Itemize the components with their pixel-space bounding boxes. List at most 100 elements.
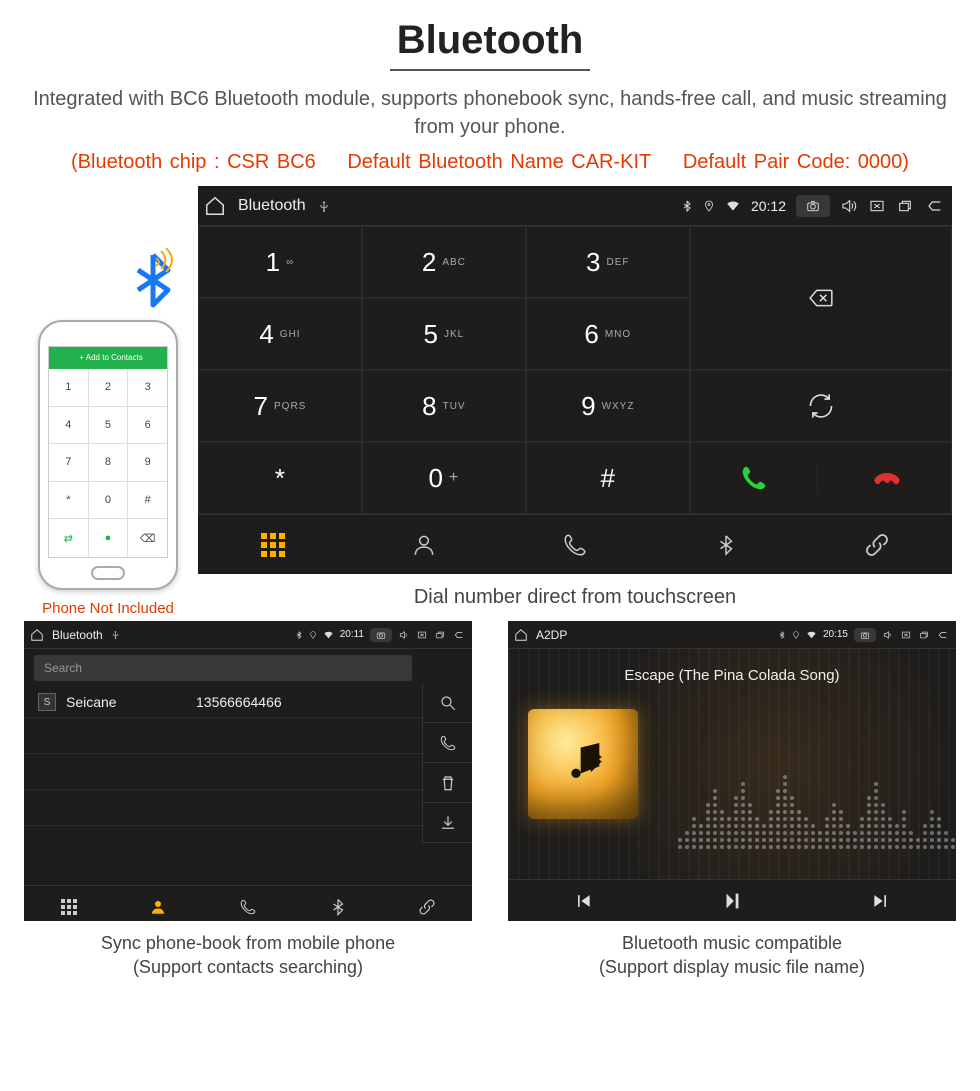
screenshot-icon[interactable] <box>370 628 392 642</box>
usb-icon <box>111 629 120 640</box>
volume-icon[interactable] <box>398 630 410 640</box>
music-panel: A2DP 20:15 Escape (The Pina Colada Song) <box>508 621 956 980</box>
clock-time: 20:15 <box>823 629 848 640</box>
prev-button[interactable] <box>508 880 657 921</box>
search-input[interactable]: Search <box>34 655 412 681</box>
answer-button[interactable] <box>691 463 818 493</box>
bluetooth-icon <box>108 250 198 320</box>
back-icon[interactable] <box>452 630 466 640</box>
screen-title: Bluetooth <box>238 197 306 215</box>
tab-link[interactable] <box>801 515 952 574</box>
tab-calls[interactable] <box>203 886 293 927</box>
home-icon[interactable] <box>30 628 44 642</box>
contact-row[interactable]: S Seicane 13566664466 <box>24 687 422 718</box>
dialer-caption: Dial number direct from touchscreen <box>198 586 952 609</box>
clock-time: 20:12 <box>751 198 786 214</box>
side-action-bar <box>422 683 472 843</box>
spec-name: Default Bluetooth Name CAR-KIT <box>347 151 651 173</box>
key-2[interactable]: 2ABC <box>362 226 526 298</box>
key-8[interactable]: 8TUV <box>362 370 526 442</box>
screenshot-icon[interactable] <box>796 195 830 217</box>
title-underline <box>390 69 590 71</box>
player-controls <box>508 879 956 921</box>
location-icon <box>792 630 800 640</box>
dialpad-icon <box>61 899 77 915</box>
dialpad-icon <box>261 533 285 557</box>
close-icon[interactable] <box>900 630 912 640</box>
backspace-button[interactable] <box>690 226 952 370</box>
phone-column: + Add to Contacts 123 456 789 *0# ⇄●⌫ Ph… <box>18 250 198 617</box>
bluetooth-status-icon <box>778 630 786 640</box>
contact-name: Seicane <box>66 694 196 710</box>
download-button[interactable] <box>423 803 472 843</box>
play-pause-button[interactable] <box>657 880 806 921</box>
key-5[interactable]: 5JKL <box>362 298 526 370</box>
home-icon[interactable] <box>514 628 528 642</box>
music-status-bar: A2DP 20:15 <box>508 621 956 649</box>
bluetooth-status-icon <box>295 630 303 640</box>
spec-code: Default Pair Code: 0000) <box>683 151 909 173</box>
tab-bluetooth[interactable] <box>293 886 383 927</box>
call-button[interactable] <box>690 442 952 514</box>
pb-bottom-nav <box>24 885 472 927</box>
pb-status-bar: Bluetooth 20:11 <box>24 621 472 649</box>
screenshot-icon[interactable] <box>854 628 876 642</box>
recent-apps-icon[interactable] <box>918 630 930 640</box>
usb-icon <box>318 199 330 213</box>
screen-title: Bluetooth <box>52 628 103 642</box>
empty-row <box>24 718 422 754</box>
phone-app-header: + Add to Contacts <box>49 347 167 369</box>
back-icon[interactable] <box>924 198 946 214</box>
key-3[interactable]: 3DEF <box>526 226 690 298</box>
close-icon[interactable] <box>416 630 428 640</box>
music-caption: Bluetooth music compatible (Support disp… <box>508 931 956 980</box>
phone-caption: Phone Not Included <box>18 600 198 617</box>
tab-contacts[interactable] <box>349 515 500 574</box>
call-button[interactable] <box>423 723 472 763</box>
next-button[interactable] <box>807 880 956 921</box>
key-6[interactable]: 6MNO <box>526 298 690 370</box>
equalizer-visual <box>678 739 926 849</box>
phone-dialpad: 123 456 789 *0# ⇄●⌫ <box>49 369 167 557</box>
recent-apps-icon[interactable] <box>434 630 446 640</box>
tab-link[interactable] <box>382 886 472 927</box>
page-description: Integrated with BC6 Bluetooth module, su… <box>0 85 980 141</box>
tab-dialpad[interactable] <box>24 886 114 927</box>
clock-time: 20:11 <box>340 629 364 640</box>
back-icon[interactable] <box>936 630 950 640</box>
key-hash[interactable]: # <box>526 442 690 514</box>
empty-row <box>24 790 422 826</box>
tab-dialpad[interactable] <box>198 515 349 574</box>
volume-icon[interactable] <box>882 630 894 640</box>
key-7[interactable]: 7PQRS <box>198 370 362 442</box>
album-art <box>528 709 638 819</box>
phonebook-panel: Bluetooth 20:11 Search <box>24 621 472 980</box>
bottom-nav <box>198 514 952 574</box>
contact-letter-badge: S <box>38 693 56 711</box>
key-0[interactable]: 0+ <box>362 442 526 514</box>
hangup-button[interactable] <box>824 463 951 493</box>
tab-bluetooth[interactable] <box>650 515 801 574</box>
close-icon[interactable] <box>868 198 886 214</box>
screen-title: A2DP <box>536 628 567 642</box>
wifi-icon <box>806 630 817 640</box>
search-button[interactable] <box>423 683 472 723</box>
tab-calls[interactable] <box>500 515 651 574</box>
home-icon[interactable] <box>204 195 226 217</box>
spec-chip: (Bluetooth chip : CSR BC6 <box>71 151 316 173</box>
recent-apps-icon[interactable] <box>896 198 914 214</box>
key-star[interactable]: * <box>198 442 362 514</box>
key-9[interactable]: 9WXYZ <box>526 370 690 442</box>
delete-button[interactable] <box>423 763 472 803</box>
volume-icon[interactable] <box>840 198 858 214</box>
swap-button[interactable] <box>690 370 952 442</box>
key-4[interactable]: 4GHI <box>198 298 362 370</box>
key-1[interactable]: 1∞ <box>198 226 362 298</box>
location-icon <box>309 630 317 640</box>
spec-line: (Bluetooth chip : CSR BC6 Default Blueto… <box>0 151 980 174</box>
wifi-icon <box>725 199 741 213</box>
tab-contacts[interactable] <box>114 886 204 927</box>
contact-number: 13566664466 <box>196 694 282 710</box>
empty-row <box>24 754 422 790</box>
page-title: Bluetooth <box>0 0 980 63</box>
